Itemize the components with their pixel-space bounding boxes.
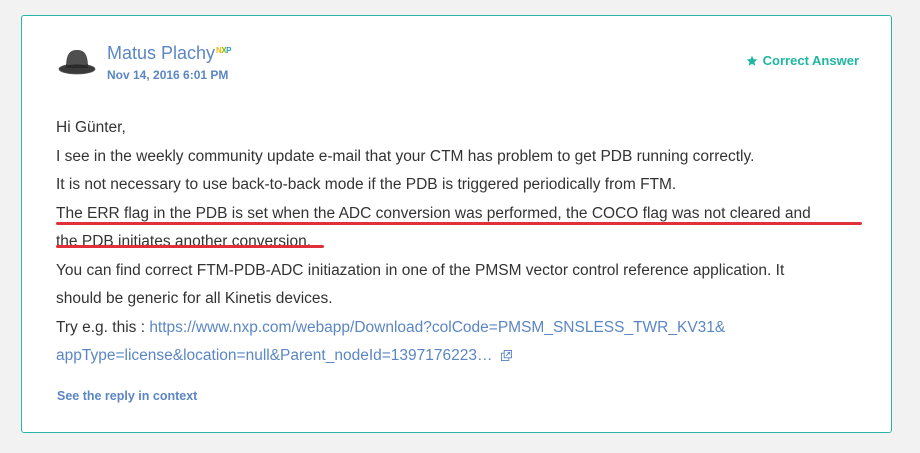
author: Matus PlachyNXP bbox=[107, 42, 232, 64]
reply-card: Matus PlachyNXP Nov 14, 2016 6:01 PM Cor… bbox=[21, 15, 892, 433]
correct-answer-label[interactable]: Correct Answer bbox=[746, 53, 859, 68]
body-line: should be generic for all Kinetis device… bbox=[56, 290, 333, 307]
body-line: I see in the weekly community update e-m… bbox=[56, 147, 755, 165]
download-link[interactable]: https://www.nxp.com/webapp/Download?colC… bbox=[149, 319, 725, 336]
avatar[interactable] bbox=[58, 47, 96, 77]
author-name[interactable]: Matus Plachy bbox=[107, 43, 215, 63]
star-icon bbox=[746, 55, 757, 66]
body-line: You can find correct FTM-PDB-ADC initiaz… bbox=[56, 261, 785, 279]
nxp-badge: NXP bbox=[216, 46, 232, 55]
external-link-icon[interactable] bbox=[500, 350, 512, 362]
post-date: Nov 14, 2016 6:01 PM bbox=[107, 68, 229, 82]
red-underline bbox=[56, 222, 862, 225]
highlighted-line: the PDB initiates another conversion. bbox=[56, 233, 312, 250]
reply-body: Hi Günter, I see in the weekly community… bbox=[56, 114, 886, 371]
see-reply-link[interactable]: See the reply in context bbox=[57, 389, 197, 403]
red-underline bbox=[56, 245, 324, 248]
try-prefix: Try e.g. this : bbox=[56, 318, 150, 336]
correct-answer-text: Correct Answer bbox=[762, 53, 859, 68]
greeting: Hi Günter, bbox=[56, 119, 126, 136]
body-line: It is not necessary to use back-to-back … bbox=[56, 176, 677, 193]
link-line: appType=license&location=null&Parent_nod… bbox=[56, 342, 886, 371]
download-link-cont[interactable]: appType=license&location=null&Parent_nod… bbox=[56, 347, 493, 364]
link-line: Try e.g. this : https://www.nxp.com/weba… bbox=[56, 314, 886, 343]
